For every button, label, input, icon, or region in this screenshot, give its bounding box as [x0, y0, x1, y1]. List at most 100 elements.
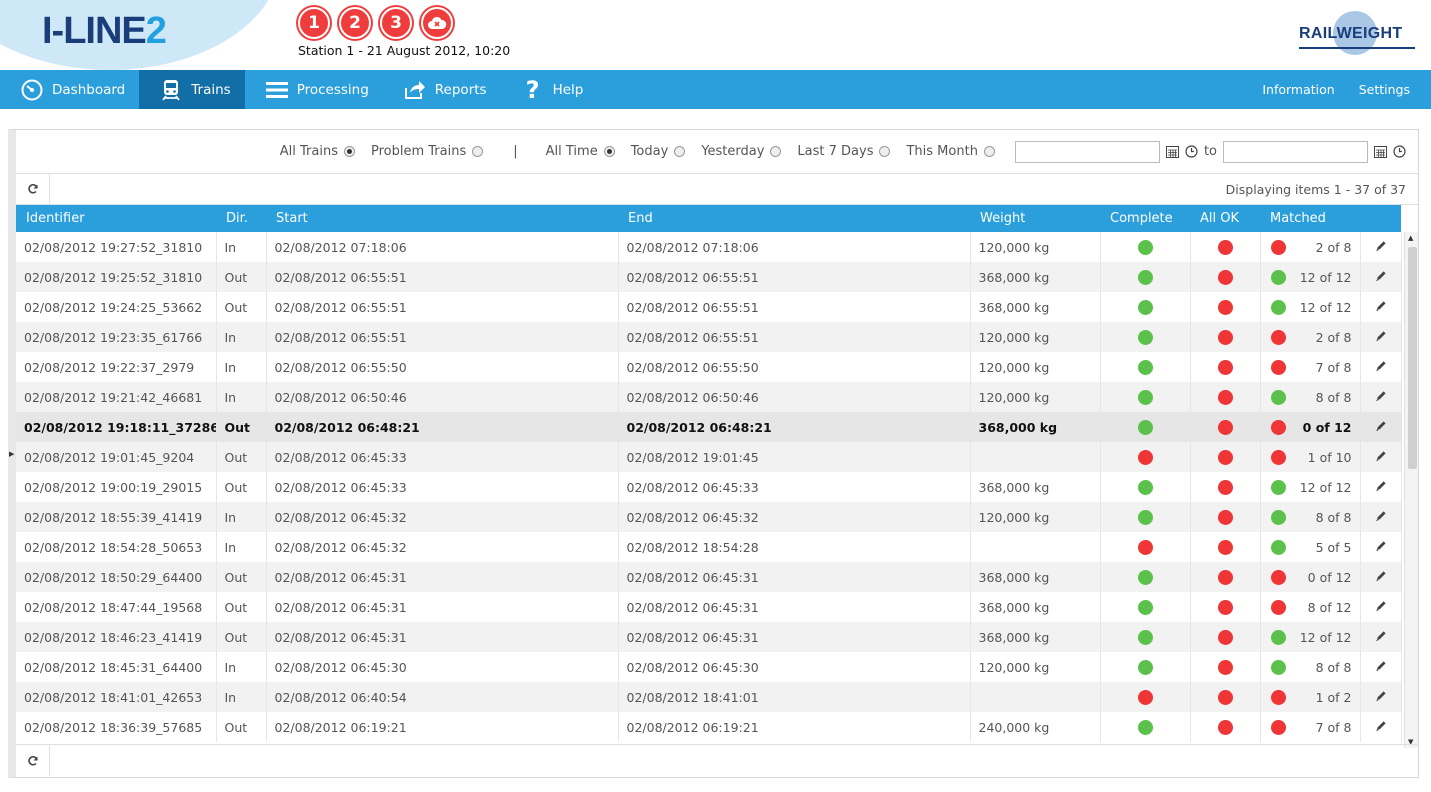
question-icon: ?	[525, 75, 540, 104]
col-start[interactable]: Start	[266, 205, 618, 232]
cell-start: 02/08/2012 06:55:51	[266, 262, 619, 292]
edit-button[interactable]	[1360, 682, 1402, 712]
table-row[interactable]: 02/08/2012 19:00:19_29015 Out 02/08/2012 0…	[16, 472, 1402, 502]
edit-button[interactable]	[1360, 622, 1402, 652]
edit-button[interactable]	[1360, 442, 1402, 472]
filter-yesterday[interactable]: Yesterday	[701, 144, 782, 159]
filter-all-trains[interactable]: All Trains	[280, 144, 355, 159]
cell-end: 02/08/2012 19:01:45	[618, 442, 971, 472]
edit-button[interactable]	[1360, 472, 1402, 502]
edit-button[interactable]	[1360, 232, 1402, 262]
edit-button[interactable]	[1360, 382, 1402, 412]
gauge-icon	[20, 78, 44, 102]
table-row[interactable]: 02/08/2012 19:27:52_31810 In 02/08/2012 07…	[16, 232, 1402, 262]
edit-button[interactable]	[1360, 262, 1402, 292]
col-end[interactable]: End	[618, 205, 970, 232]
col-dir[interactable]: Dir.	[216, 205, 266, 232]
alert-3-badge[interactable]: 3	[380, 7, 412, 39]
cell-start: 02/08/2012 06:45:33	[266, 442, 619, 472]
col-identifier[interactable]: Identifier	[16, 205, 216, 232]
alert-bar: 1 2 3	[298, 7, 453, 39]
nav-dashboard[interactable]: Dashboard	[0, 70, 139, 109]
refresh-button-bottom[interactable]	[16, 745, 50, 776]
clock-icon[interactable]	[1393, 145, 1406, 158]
cloud-error-icon[interactable]	[421, 7, 453, 39]
edit-button[interactable]	[1360, 322, 1402, 352]
status-dot-icon	[1270, 269, 1286, 285]
cell-matched: 12 of 12	[1260, 622, 1361, 652]
edit-button[interactable]	[1360, 712, 1402, 742]
scroll-thumb[interactable]	[1408, 247, 1417, 469]
cell-start: 02/08/2012 07:18:06	[266, 232, 619, 262]
calendar-icon[interactable]	[1165, 145, 1179, 158]
filter-problem-trains[interactable]: Problem Trains	[371, 144, 484, 159]
calendar-icon[interactable]	[1374, 145, 1387, 158]
table-row[interactable]: 02/08/2012 19:24:25_53662 Out 02/08/2012 0…	[16, 292, 1402, 322]
table-row[interactable]: 02/08/2012 18:45:31_64400 In 02/08/2012 06…	[16, 652, 1402, 682]
cell-start: 02/08/2012 06:45:31	[266, 562, 619, 592]
table-row[interactable]: 02/08/2012 19:23:35_61766 In 02/08/2012 06…	[16, 322, 1402, 352]
collapse-arrow-icon[interactable]: ▶	[9, 450, 14, 458]
cell-weight: 368,000 kg	[970, 592, 1101, 622]
alert-1-badge[interactable]: 1	[298, 7, 330, 39]
nav-help[interactable]: ? Help	[501, 70, 598, 109]
table-row[interactable]: 02/08/2012 19:01:45_9204 Out 02/08/2012 06…	[16, 442, 1402, 472]
cell-weight: 120,000 kg	[970, 322, 1101, 352]
edit-button[interactable]	[1360, 352, 1402, 382]
cell-complete	[1100, 232, 1191, 262]
status-dot-icon	[1217, 300, 1233, 315]
col-complete[interactable]: Complete	[1100, 205, 1190, 232]
edit-button[interactable]	[1360, 562, 1402, 592]
edit-button[interactable]	[1360, 592, 1402, 622]
to-date-input[interactable]	[1223, 140, 1368, 163]
refresh-button[interactable]	[16, 173, 50, 205]
cell-all-ok	[1190, 322, 1261, 352]
filter-last-7-days[interactable]: Last 7 Days	[797, 144, 891, 159]
edit-button[interactable]	[1360, 292, 1402, 322]
pencil-icon	[1375, 570, 1386, 581]
table-row[interactable]: 02/08/2012 19:22:37_2979 In 02/08/2012 06:…	[16, 352, 1402, 382]
filter-all-time[interactable]: All Time	[546, 144, 615, 159]
col-matched[interactable]: Matched	[1260, 205, 1360, 232]
cell-matched: 12 of 12	[1260, 292, 1361, 322]
edit-button[interactable]	[1360, 502, 1402, 532]
alert-2-badge[interactable]: 2	[339, 7, 371, 39]
nav-help-label: Help	[552, 81, 584, 98]
status-dot-icon	[1217, 660, 1233, 675]
nav-information[interactable]: Information	[1250, 70, 1346, 109]
col-all-ok[interactable]: All OK	[1190, 205, 1260, 232]
cell-end: 02/08/2012 06:50:46	[618, 382, 971, 412]
cell-dir: Out	[216, 472, 267, 502]
nav-reports[interactable]: Reports	[383, 70, 501, 109]
nav-settings[interactable]: Settings	[1347, 70, 1431, 109]
cell-matched: 2 of 8	[1260, 322, 1361, 352]
table-row[interactable]: 02/08/2012 19:25:52_31810 Out 02/08/2012 0…	[16, 262, 1402, 292]
nav-trains[interactable]: Trains	[139, 70, 245, 109]
nav-reports-label: Reports	[434, 81, 487, 98]
table-row[interactable]: 02/08/2012 18:46:23_41419 Out 02/08/2012 0…	[16, 622, 1402, 652]
nav-processing[interactable]: Processing	[245, 70, 383, 109]
filter-today[interactable]: Today	[631, 144, 686, 159]
status-dot-icon	[1137, 630, 1153, 645]
cell-dir: Out	[216, 622, 267, 652]
edit-button[interactable]	[1360, 532, 1402, 562]
col-weight[interactable]: Weight	[970, 205, 1100, 232]
table-row[interactable]: 02/08/2012 19:21:42_46681 In 02/08/2012 06…	[16, 382, 1402, 412]
cell-weight: 368,000 kg	[970, 292, 1101, 322]
grid-scrollbar[interactable]: ▲ ▼	[1404, 232, 1418, 748]
table-row[interactable]: 02/08/2012 19:18:11_37286 Out 02/08/2012 0…	[16, 412, 1402, 442]
from-date-input[interactable]	[1014, 140, 1160, 163]
table-row[interactable]: 02/08/2012 18:41:01_42653 In 02/08/2012 06…	[16, 682, 1402, 712]
edit-button[interactable]	[1360, 412, 1402, 442]
table-row[interactable]: 02/08/2012 18:36:39_57685 Out 02/08/2012 0…	[16, 712, 1402, 742]
cell-weight: 120,000 kg	[970, 502, 1101, 532]
edit-button[interactable]	[1360, 652, 1402, 682]
status-dot-icon	[1137, 570, 1153, 585]
cell-identifier: 02/08/2012 19:21:42_46681	[16, 382, 217, 412]
clock-icon[interactable]	[1185, 145, 1198, 158]
table-row[interactable]: 02/08/2012 18:50:29_64400 Out 02/08/2012 0…	[16, 562, 1402, 592]
table-row[interactable]: 02/08/2012 18:47:44_19568 Out 02/08/2012 0…	[16, 592, 1402, 622]
table-row[interactable]: 02/08/2012 18:54:28_50653 In 02/08/2012 06…	[16, 532, 1402, 562]
filter-this-month[interactable]: This Month	[906, 144, 995, 159]
table-row[interactable]: 02/08/2012 18:55:39_41419 In 02/08/2012 06…	[16, 502, 1402, 532]
